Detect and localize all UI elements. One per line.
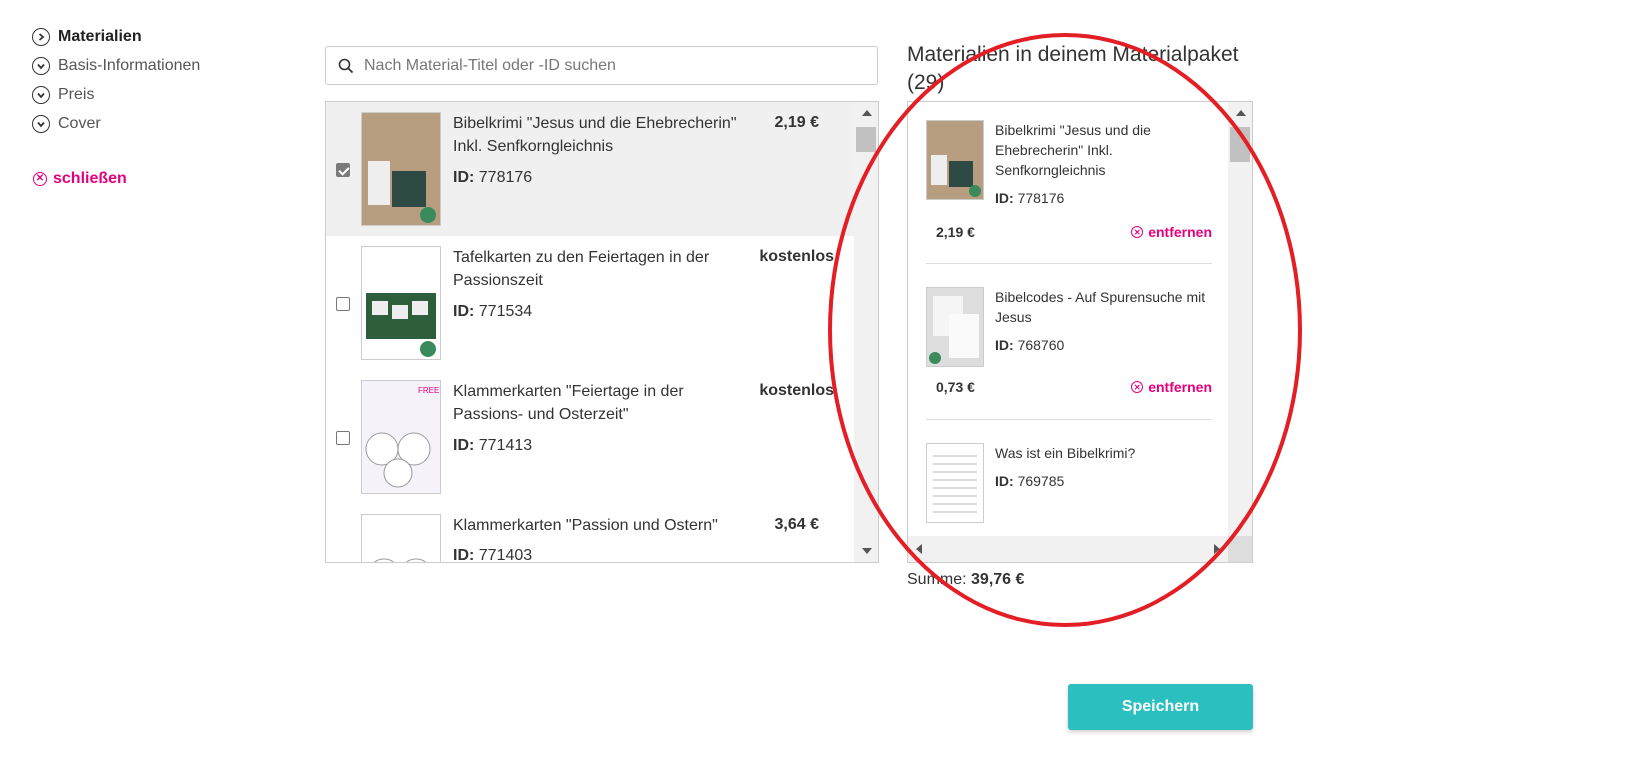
material-price: 2,19 € [774, 114, 819, 131]
scrollbar-thumb[interactable] [856, 127, 876, 152]
search-box[interactable] [325, 46, 878, 85]
scroll-down-arrow-icon[interactable] [862, 548, 872, 554]
chevron-right-icon [32, 27, 50, 46]
materials-list[interactable]: Bibelkrimi "Jesus und die Ehebrecherin" … [325, 101, 879, 563]
item-checkbox[interactable] [336, 431, 350, 445]
nav-item-label: Preis [58, 85, 95, 103]
chevron-down-icon [32, 85, 50, 104]
nav-item-label: Materialien [58, 27, 142, 45]
search-input[interactable] [362, 55, 846, 76]
nav-item-basis-informationen[interactable]: Basis-Informationen [32, 51, 252, 80]
scroll-right-arrow-icon[interactable] [1214, 544, 1220, 554]
material-thumbnail: FREE [361, 380, 441, 494]
nav-item-cover[interactable]: Cover [32, 109, 252, 138]
nav-item-label: Cover [58, 114, 101, 132]
material-price: 3,64 € [774, 516, 819, 533]
chevron-down-icon [32, 56, 50, 75]
list-item[interactable]: Bibelkrimi "Jesus und die Ehebrecherin" … [326, 102, 854, 236]
package-item-id: ID: 769785 [995, 473, 1065, 489]
material-price: kostenlos [759, 248, 834, 265]
package-item-thumbnail [926, 443, 984, 523]
material-thumbnail [361, 514, 441, 562]
material-thumbnail [361, 112, 441, 226]
close-label: schließen [53, 170, 127, 187]
scroll-up-arrow-icon[interactable] [1236, 110, 1246, 116]
scroll-left-arrow-icon[interactable] [916, 544, 922, 554]
chevron-down-icon [32, 114, 50, 133]
package-item-title: Bibelkrimi "Jesus und die Ehebrecherin" … [995, 122, 1151, 178]
package-item-price: 2,19 € [936, 224, 975, 240]
package-item-thumbnail [926, 287, 984, 367]
package-item-id: ID: 768760 [995, 337, 1065, 353]
item-checkbox[interactable] [336, 163, 350, 177]
package-title: Materialien in deinem Materialpaket (29) [907, 43, 1239, 94]
list-item[interactable]: Tafelkarten zu den Feiertagen in der Pas… [326, 236, 854, 370]
material-id: ID: 771403 [453, 547, 533, 563]
remove-button[interactable]: ✕ entfernen [1131, 224, 1212, 240]
package-item-title: Bibelcodes - Auf Spurensuche mit Jesus [995, 289, 1206, 325]
scrollbar-thumb[interactable] [1230, 127, 1250, 162]
package-item-thumbnail [926, 120, 984, 200]
nav-item-materialien[interactable]: Materialien [32, 22, 252, 51]
package-scrollbar[interactable] [1228, 102, 1252, 537]
material-id: ID: 778176 [453, 169, 533, 186]
side-navigation: Materialien Basis-Informationen Preis Co… [32, 22, 252, 138]
package-item-price: 0,73 € [936, 379, 975, 395]
sum-value: 39,76 € [971, 571, 1025, 588]
nav-item-label: Basis-Informationen [58, 56, 201, 74]
material-title: Tafelkarten zu den Feiertagen in der Pas… [453, 249, 710, 289]
material-thumbnail [361, 246, 441, 360]
material-id: ID: 771413 [453, 437, 533, 454]
package-sum: Summe: 39,76 € [907, 571, 1025, 588]
divider [926, 263, 1212, 264]
scroll-up-arrow-icon[interactable] [862, 110, 872, 116]
list-item[interactable]: Klammerkarten "Passion und Ostern" ID: 7… [326, 504, 854, 563]
material-price: kostenlos [759, 382, 834, 399]
nav-item-preis[interactable]: Preis [32, 80, 252, 109]
remove-circle-icon: ✕ [1131, 381, 1144, 393]
item-checkbox[interactable] [336, 297, 350, 311]
package-item-title: Was ist ein Bibelkrimi? [995, 445, 1136, 461]
remove-button[interactable]: ✕ entfernen [1131, 379, 1212, 395]
search-icon [338, 58, 354, 73]
list-scrollbar[interactable] [854, 102, 878, 562]
list-item[interactable]: FREE Klammerkarten "Feiertage in der Pas… [326, 370, 854, 504]
material-title: Klammerkarten "Feiertage in der Passions… [453, 383, 684, 423]
remove-circle-icon: ✕ [1131, 226, 1144, 238]
material-title: Klammerkarten "Passion und Ostern" [453, 517, 718, 534]
divider [926, 419, 1212, 420]
package-item-id: ID: 778176 [995, 190, 1065, 206]
close-circle-icon: ✕ [33, 172, 47, 186]
close-link[interactable]: ✕ schließen [33, 170, 127, 188]
package-list[interactable]: Bibelkrimi "Jesus und die Ehebrecherin" … [907, 101, 1253, 563]
material-id: ID: 771534 [453, 303, 533, 320]
package-horizontal-scrollbar[interactable] [908, 536, 1228, 562]
scrollbar-corner [1228, 536, 1252, 562]
save-button[interactable]: Speichern [1068, 684, 1253, 730]
svg-text:FREE: FREE [418, 386, 439, 395]
material-title: Bibelkrimi "Jesus und die Ehebrecherin" … [453, 115, 737, 155]
